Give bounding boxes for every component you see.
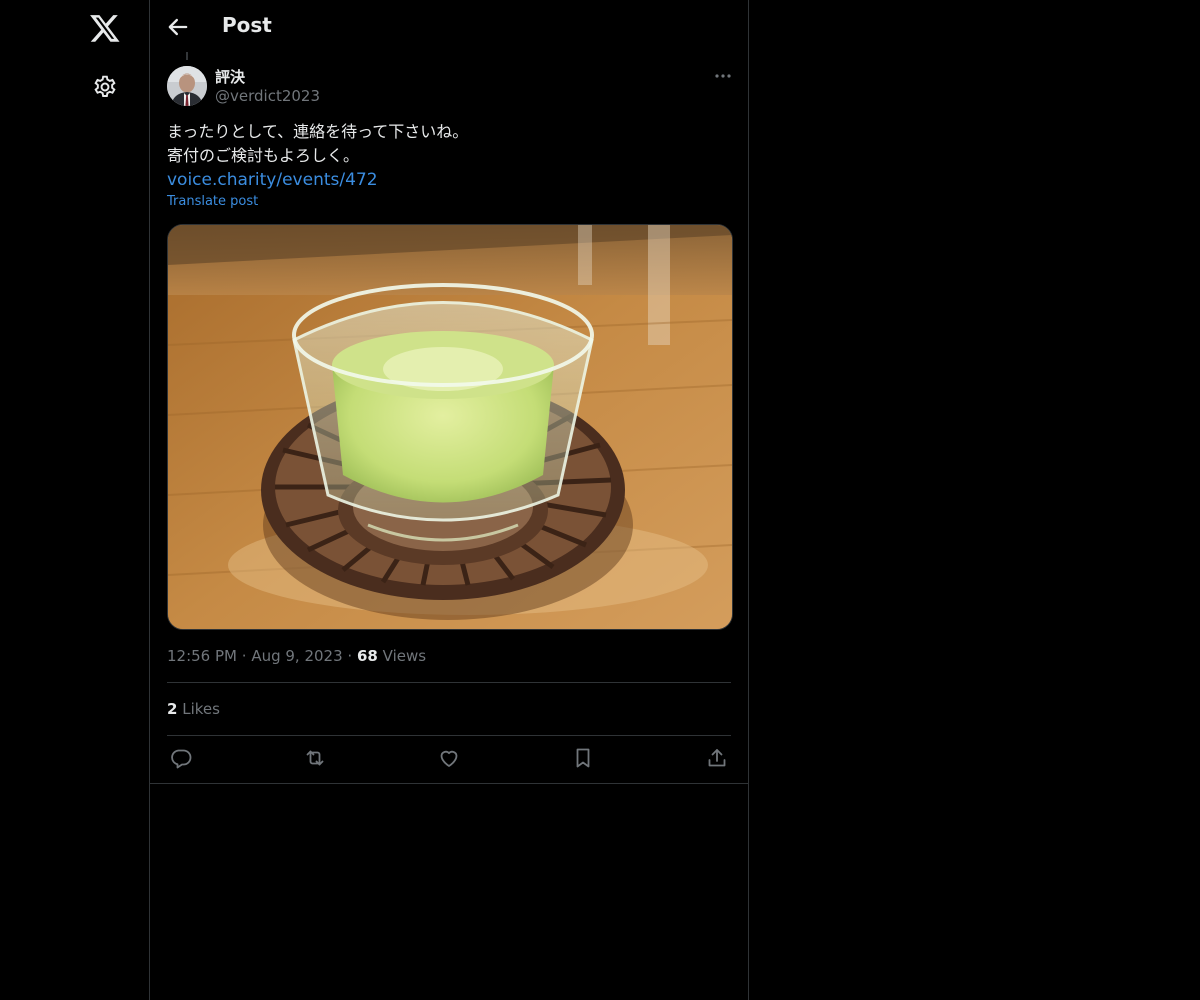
post-text-line: まったりとして、連絡を待って下さいね。: [167, 122, 469, 141]
likes-count: 2: [167, 700, 178, 718]
post-text-line: 寄付のご検討もよろしく。: [167, 146, 360, 165]
left-nav: [0, 0, 150, 1000]
translate-post-link[interactable]: Translate post: [167, 194, 258, 209]
likes-summary[interactable]: 2 Likes: [167, 700, 220, 718]
likes-label: Likes: [182, 700, 220, 718]
divider: [150, 783, 748, 784]
app-root: Post 評決 @verdict2023 まったりとして、連絡を待って下さいね。…: [0, 0, 1200, 1000]
display-name[interactable]: 評決: [215, 66, 245, 87]
page-title: Post: [222, 13, 272, 37]
post-time[interactable]: 12:56 PM: [167, 647, 237, 665]
views-label: Views: [382, 647, 427, 665]
reply-icon[interactable]: [169, 746, 193, 770]
meta-separator: ·: [241, 647, 247, 665]
action-bar: [150, 742, 748, 776]
heart-icon[interactable]: [437, 746, 461, 770]
page-header: Post: [150, 0, 748, 54]
ellipsis-icon[interactable]: [710, 66, 736, 86]
arrow-left-icon[interactable]: [164, 13, 192, 41]
views-count: 68: [356, 647, 378, 665]
post-column: Post 評決 @verdict2023 まったりとして、連絡を待って下さいね。…: [149, 0, 749, 1000]
share-icon[interactable]: [705, 746, 729, 770]
gear-icon[interactable]: [92, 74, 118, 100]
post-image[interactable]: [167, 224, 733, 630]
avatar[interactable]: [167, 66, 207, 106]
divider: [167, 682, 731, 683]
divider: [167, 735, 731, 736]
meta-separator: ·: [347, 647, 353, 665]
post-link[interactable]: voice.charity/events/472: [167, 168, 727, 192]
thread-line: [186, 52, 188, 60]
post-date[interactable]: Aug 9, 2023: [251, 647, 342, 665]
x-logo-icon[interactable]: [89, 12, 121, 44]
user-handle[interactable]: @verdict2023: [215, 87, 320, 105]
post-meta: 12:56 PM · Aug 9, 2023 · 68 Views: [167, 647, 426, 665]
post-text: まったりとして、連絡を待って下さいね。 寄付のご検討もよろしく。 voice.c…: [167, 120, 727, 192]
bookmark-icon[interactable]: [571, 746, 595, 770]
repost-icon[interactable]: [303, 746, 327, 770]
